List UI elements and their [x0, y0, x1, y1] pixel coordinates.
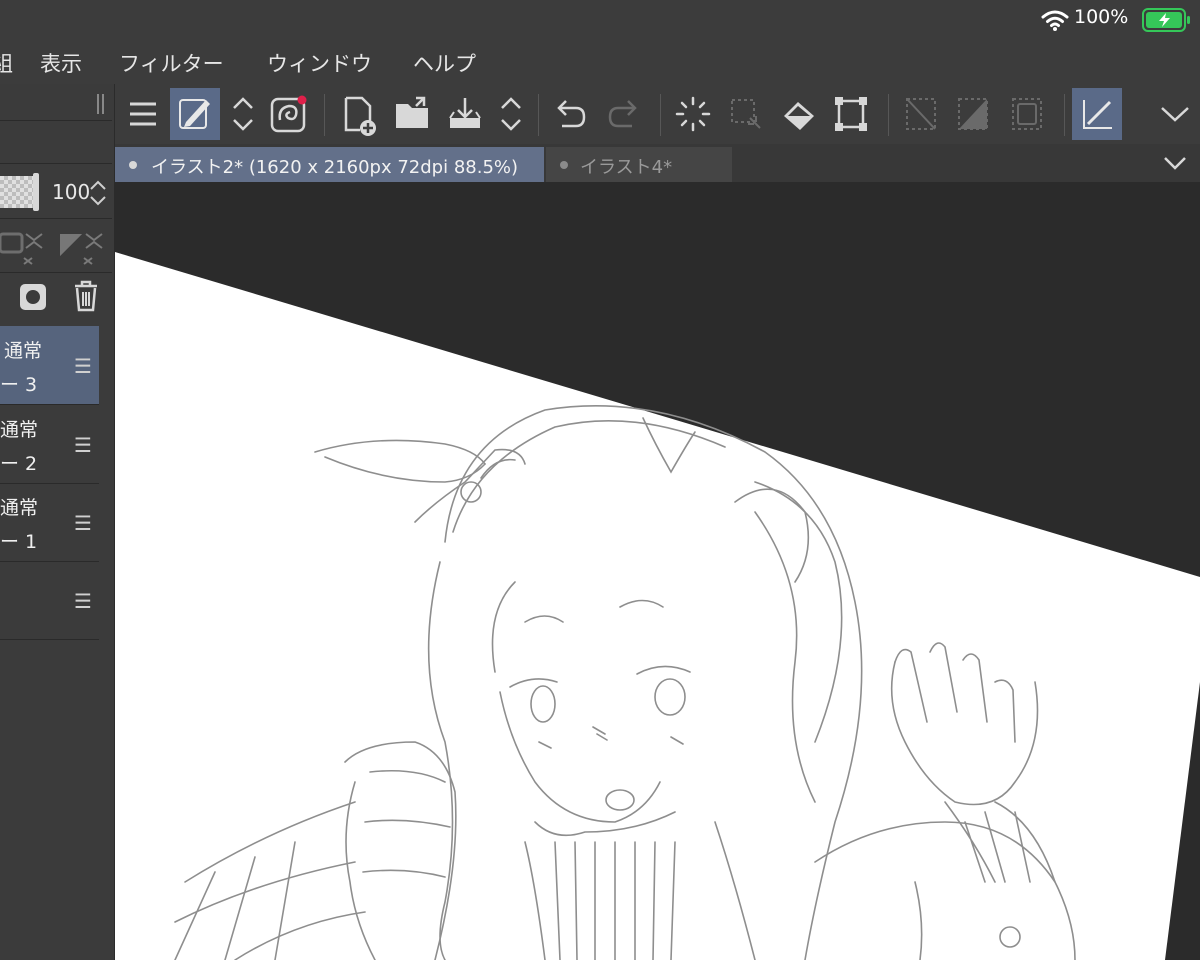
- pen-tool-icon: [179, 99, 210, 129]
- menu-icon[interactable]: [118, 88, 168, 140]
- battery-percent: 100%: [1074, 6, 1129, 28]
- opacity-slider-thumb[interactable]: [33, 173, 39, 211]
- layer-menu-icon[interactable]: ☰: [74, 433, 92, 457]
- layer-name: ー 1: [0, 531, 38, 553]
- toolbar-separator: [1064, 94, 1065, 136]
- pen-tool-button[interactable]: [170, 88, 220, 140]
- layer-row[interactable]: ☰: [0, 561, 99, 640]
- trash-icon[interactable]: [72, 280, 100, 312]
- toolbar-separator: [660, 94, 661, 136]
- opacity-stepper-icon[interactable]: [88, 178, 108, 208]
- layer-menu-icon[interactable]: ☰: [74, 511, 92, 535]
- transform-icon[interactable]: [826, 88, 876, 140]
- undo-icon[interactable]: [546, 88, 596, 140]
- tab-label: イラスト4*: [580, 157, 673, 178]
- select-clear-icon[interactable]: [720, 88, 770, 140]
- panel-divider: [0, 120, 112, 121]
- layer-panel-empty-area: [0, 640, 114, 960]
- tab-modified-dot: [560, 161, 568, 169]
- panel-divider: [0, 218, 112, 219]
- menu-item-filter[interactable]: フィルター: [119, 48, 224, 78]
- companion-icon[interactable]: [264, 88, 314, 140]
- layer-name: ー 3: [0, 374, 38, 396]
- layer-menu-icon[interactable]: ☰: [74, 354, 92, 378]
- toolbar-separator: [888, 94, 889, 136]
- menu-item-view[interactable]: 表示: [40, 48, 82, 78]
- layer-row[interactable]: 通常 ー 3 ☰: [0, 326, 99, 405]
- selection-border-icon[interactable]: [1002, 88, 1052, 140]
- layer-blend-mode: 通常: [0, 419, 39, 441]
- tool-switch-icon[interactable]: [218, 88, 268, 140]
- canvas-area[interactable]: [115, 182, 1200, 960]
- tab-list-chevron-icon[interactable]: [1160, 150, 1190, 176]
- panel-divider: [0, 163, 112, 164]
- toolbar-separator: [324, 94, 325, 136]
- ruler-snap-button[interactable]: [1072, 88, 1122, 140]
- lock-opacity-icon[interactable]: [0, 226, 46, 266]
- menu-item-help[interactable]: ヘルプ: [413, 48, 476, 78]
- fill-icon[interactable]: [774, 88, 824, 140]
- ruler-snap-icon: [1083, 100, 1112, 129]
- layer-row[interactable]: 通常 ー 1 ☰: [0, 483, 99, 562]
- clipping-icon[interactable]: [56, 226, 106, 266]
- layer-blend-mode: 通常: [4, 340, 43, 362]
- opacity-value[interactable]: 100: [52, 180, 90, 204]
- layer-name: ー 2: [0, 453, 38, 475]
- expand-icon[interactable]: [1150, 88, 1200, 140]
- panel-grip-handle[interactable]: [96, 92, 106, 116]
- deselect-icon[interactable]: [896, 88, 946, 140]
- loading-icon[interactable]: [668, 88, 718, 140]
- tab-modified-dot: [129, 161, 137, 169]
- open-folder-icon[interactable]: [388, 88, 438, 140]
- save-icon[interactable]: [440, 88, 490, 140]
- menu-item-layer[interactable]: 組: [0, 48, 13, 78]
- layer-blend-mode: 通常: [0, 497, 39, 519]
- tab-label: イラスト2* (1620 x 2160px 72dpi 88.5%): [151, 157, 519, 178]
- toolbar-separator: [538, 94, 539, 136]
- tab-illust4[interactable]: イラスト4*: [546, 147, 732, 182]
- file-switch-icon[interactable]: [486, 88, 536, 140]
- rotated-canvas[interactable]: [115, 182, 1200, 960]
- layer-mask-icon[interactable]: [18, 282, 48, 312]
- new-file-icon[interactable]: [334, 88, 384, 140]
- status-bar: [0, 0, 1200, 40]
- battery-charging-icon: [1142, 8, 1190, 32]
- opacity-slider[interactable]: [0, 176, 34, 208]
- layer-menu-icon[interactable]: ☰: [74, 589, 92, 613]
- redo-icon[interactable]: [598, 88, 648, 140]
- layer-row[interactable]: 通常 ー 2 ☰: [0, 405, 99, 484]
- wifi-icon: [1041, 10, 1069, 31]
- tab-illust2[interactable]: イラスト2* (1620 x 2160px 72dpi 88.5%): [115, 147, 544, 182]
- invert-selection-icon[interactable]: [948, 88, 998, 140]
- menu-item-window[interactable]: ウィンドウ: [267, 48, 372, 78]
- panel-divider: [0, 272, 112, 273]
